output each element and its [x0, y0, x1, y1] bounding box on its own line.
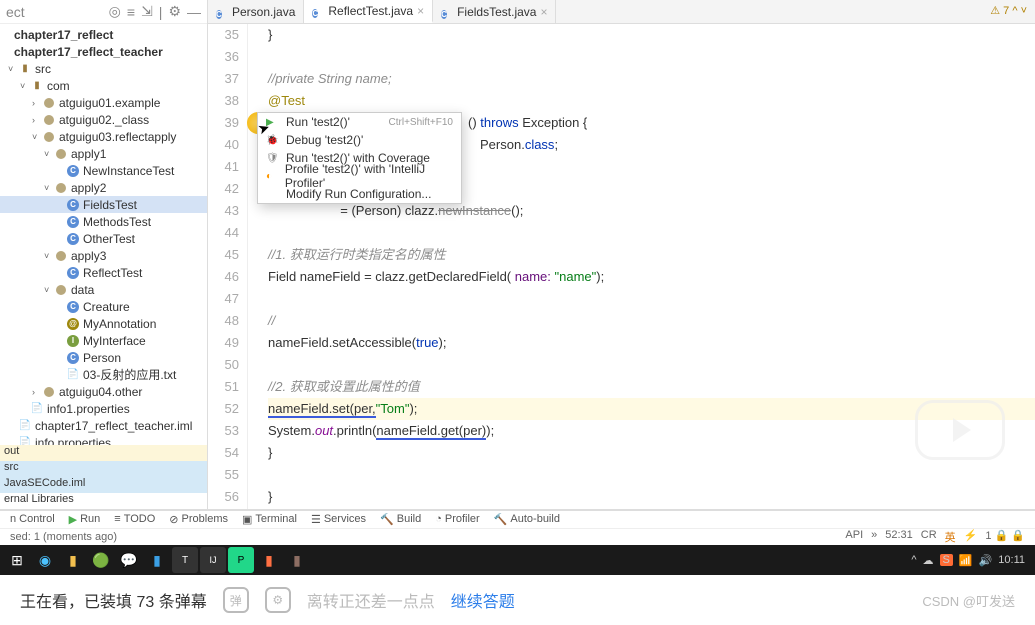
pkg-apply3[interactable]: ˅apply3 [0, 247, 207, 264]
root-1[interactable]: chapter17_reflect [0, 26, 207, 43]
root-2[interactable]: chapter17_reflect_teacher [0, 43, 207, 60]
play-overlay-icon[interactable] [915, 400, 1005, 460]
status-left: sed: 1 (moments ago) [10, 531, 117, 543]
pkg-apply2[interactable]: ˅apply2 [0, 179, 207, 196]
profiler-tool[interactable]: ◔ Profiler [435, 513, 480, 525]
menu-profile[interactable]: ◐Profile 'test2()' with 'IntelliJ Profil… [258, 167, 461, 185]
status-cursor: 52:31 [885, 529, 913, 545]
danmu-hint: 离转正还差一点点 [307, 588, 435, 612]
tray-ime-icon[interactable]: S [940, 554, 953, 566]
start-icon[interactable]: ⊞ [4, 547, 30, 573]
explorer-icon[interactable]: ▮ [60, 547, 86, 573]
video-controls: 王在看，已装填 73 条弹幕 弹 ⚙ 离转正还差一点点 继续答题 CSDN @叮… [0, 575, 1035, 625]
collapse-icon[interactable]: ≡ [127, 4, 135, 20]
tool-window-bar: n Control ▶Run ≡ TODO ⊘ Problems ▣ Termi… [0, 510, 1035, 528]
app-icon[interactable]: ▮ [256, 547, 282, 573]
cls-person[interactable]: CPerson [0, 349, 207, 366]
run-tool[interactable]: ▶Run [69, 513, 101, 526]
close-icon[interactable]: × [540, 5, 547, 19]
vcs-tool[interactable]: n Control [10, 513, 55, 525]
tab-person[interactable]: CPerson.java [208, 0, 304, 23]
tray-time[interactable]: 10:11 [998, 554, 1025, 566]
hide-icon[interactable]: — [187, 4, 201, 20]
project-tree[interactable]: chapter17_reflect chapter17_reflect_teac… [0, 24, 207, 445]
cls-myinterface[interactable]: IMyInterface [0, 332, 207, 349]
windows-taskbar: ⊞ ◉ ▮ 🟢 💬 ▮ T IJ P ▮ ▮ ^ ☁ S 📶 🔊 10:11 [0, 545, 1035, 575]
pkg-class[interactable]: ›atguigu02._class [0, 111, 207, 128]
pkg-reflectapply[interactable]: ˅atguigu03.reflectapply [0, 128, 207, 145]
file-txt[interactable]: 📄03-反射的应用.txt [0, 366, 207, 383]
pkg-apply1[interactable]: ˅apply1 [0, 145, 207, 162]
cls-newinstance[interactable]: CNewInstanceTest [0, 162, 207, 179]
line-gutter: 3536373839404142434445464748495051525354… [208, 24, 248, 509]
menu-debug[interactable]: 🐞Debug 'test2()' [258, 131, 461, 149]
tray-wifi-icon[interactable]: 📶 [959, 554, 973, 567]
status-lineend[interactable]: CR [921, 529, 937, 545]
edge-icon[interactable]: ◉ [32, 547, 58, 573]
context-menu: ▶Run 'test2()'Ctrl+Shift+F10 🐞Debug 'tes… [257, 112, 462, 204]
chrome-icon[interactable]: 🟢 [88, 547, 114, 573]
tray-cloud-icon[interactable]: ☁ [923, 554, 934, 567]
src-folder[interactable]: ˅▮src [0, 60, 207, 77]
vscode-icon[interactable]: ▮ [144, 547, 170, 573]
typora-icon[interactable]: T [172, 547, 198, 573]
pkg-example[interactable]: ›atguigu01.example [0, 94, 207, 111]
status-ime[interactable]: 英 [945, 529, 956, 545]
code-editor[interactable]: 3536373839404142434445464748495051525354… [208, 24, 1035, 509]
status-bar: sed: 1 (moments ago) API » 52:31 CR 英 ⚡ … [0, 528, 1035, 546]
tab-fieldstest[interactable]: CFieldsTest.java× [433, 0, 556, 23]
pkg-other[interactable]: ›atguigu04.other [0, 383, 207, 400]
csdn-watermark: CSDN @叮发送 [922, 591, 1015, 610]
danmu-settings-icon[interactable]: ⚙ [265, 587, 291, 613]
close-icon[interactable]: × [417, 4, 424, 18]
autobuild-tool[interactable]: 🔨 Auto-build [494, 513, 560, 526]
menu-modify[interactable]: Modify Run Configuration... [258, 185, 461, 203]
tray-up-icon[interactable]: ^ [911, 554, 916, 566]
wechat-icon[interactable]: 💬 [116, 547, 142, 573]
cls-othertest[interactable]: COtherTest [0, 230, 207, 247]
gear-icon[interactable]: ⚙ [168, 3, 181, 20]
file-info[interactable]: 📄info.properties [0, 434, 207, 445]
problems-tool[interactable]: ⊘ Problems [169, 513, 228, 526]
project-extra: out src JavaSECode.iml ernal Libraries [0, 445, 207, 509]
editor-tabs: CPerson.java CReflectTest.java× CFieldsT… [208, 0, 1035, 24]
status-lock: 1 🔒 🔒 [985, 529, 1025, 545]
tab-reflecttest[interactable]: CReflectTest.java× [304, 0, 433, 23]
cls-myannotation[interactable]: @MyAnnotation [0, 315, 207, 332]
target-icon[interactable]: ◎ [109, 3, 121, 20]
tray-sound-icon[interactable]: 🔊 [979, 554, 993, 567]
project-label: ect [6, 4, 25, 20]
build-tool[interactable]: 🔨 Build [380, 513, 421, 526]
javase-iml[interactable]: JavaSECode.iml [0, 477, 207, 493]
out-folder[interactable]: out [0, 445, 207, 461]
warnings-badge[interactable]: ⚠ 7 ^ ˅ [990, 4, 1027, 17]
status-power[interactable]: ⚡ [964, 529, 978, 545]
tray: ^ ☁ S 📶 🔊 10:11 [911, 554, 1031, 567]
pkg-data[interactable]: ˅data [0, 281, 207, 298]
status-api[interactable]: API [845, 529, 863, 545]
todo-tool[interactable]: ≡ TODO [114, 513, 155, 525]
src-folder-2[interactable]: src [0, 461, 207, 477]
external-libs[interactable]: ernal Libraries [0, 493, 207, 509]
divider-icon: | [159, 4, 163, 20]
danmu-toggle-icon[interactable]: 弹 [223, 587, 249, 613]
cls-fieldstest[interactable]: CFieldsTest [0, 196, 207, 213]
terminal-tool[interactable]: ▣ Terminal [242, 513, 297, 526]
project-toolbar: ect ◎ ≡ ⇲ | ⚙ — [0, 0, 207, 24]
danmu-link[interactable]: 继续答题 [451, 588, 515, 612]
watching-text: 王在看，已装填 73 条弹幕 [20, 588, 207, 612]
intellij-icon[interactable]: IJ [200, 547, 226, 573]
file-iml[interactable]: 📄chapter17_reflect_teacher.iml [0, 417, 207, 434]
pycharm-icon[interactable]: P [228, 547, 254, 573]
menu-run[interactable]: ▶Run 'test2()'Ctrl+Shift+F10 [258, 113, 461, 131]
status-chevrons[interactable]: » [871, 529, 877, 545]
pkg-com[interactable]: ˅▮com [0, 77, 207, 94]
expand-icon[interactable]: ⇲ [141, 3, 153, 20]
cls-reflecttest[interactable]: CReflectTest [0, 264, 207, 281]
services-tool[interactable]: ☰ Services [311, 513, 366, 526]
cls-creature[interactable]: CCreature [0, 298, 207, 315]
file-info1[interactable]: 📄info1.properties [0, 400, 207, 417]
notes-icon[interactable]: ▮ [284, 547, 310, 573]
cls-methodstest[interactable]: CMethodsTest [0, 213, 207, 230]
